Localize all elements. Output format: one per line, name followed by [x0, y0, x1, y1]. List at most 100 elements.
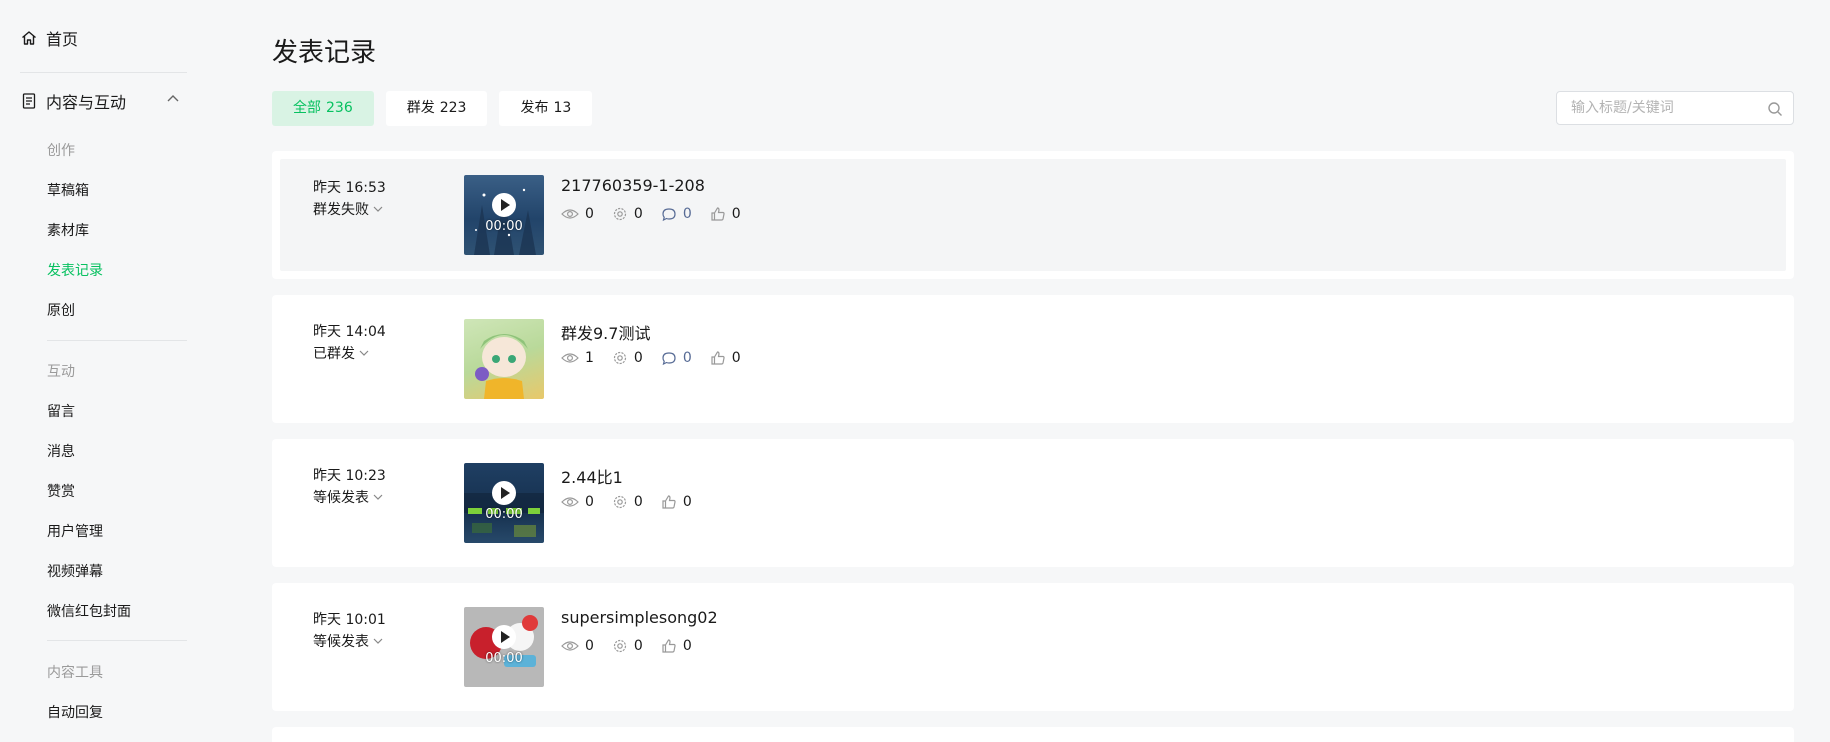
record-status[interactable]: 群发失败	[313, 199, 384, 219]
record-time: 昨天 16:53	[313, 180, 386, 196]
divider	[47, 340, 187, 341]
record-stats: 1 0 0 0	[561, 350, 741, 366]
record-status[interactable]: 已群发	[313, 343, 370, 363]
gear-icon	[613, 207, 627, 221]
record-title[interactable]: 2.44比1	[561, 464, 623, 488]
divider	[20, 72, 187, 73]
views-count: 0	[585, 206, 594, 222]
thumbs-up-icon	[662, 495, 676, 509]
likes-stat: 0	[710, 350, 741, 366]
nav-item-users[interactable]: 用户管理	[47, 521, 103, 541]
comments-count: 0	[682, 206, 692, 222]
group-label-create: 创作	[47, 143, 75, 159]
nav-item-comments[interactable]: 留言	[47, 401, 75, 421]
tab-all[interactable]: 全部 236	[272, 91, 374, 126]
views-stat: 0	[561, 638, 594, 654]
record-title[interactable]: 217760359-1-208	[561, 176, 705, 195]
document-icon	[22, 93, 36, 109]
nav-item-danmaku[interactable]: 视频弹幕	[47, 561, 103, 581]
record-card[interactable]: 昨天 10:01 等候发表 00:00 supersimplesong02 0 …	[272, 583, 1794, 711]
record-title[interactable]: 群发9.7测试	[561, 320, 650, 344]
chevron-down-icon	[373, 494, 383, 500]
eye-icon	[561, 497, 579, 507]
nav-home[interactable]: 首页	[20, 26, 78, 50]
likes-stat: 0	[661, 638, 692, 654]
nav-item-drafts[interactable]: 草稿箱	[47, 180, 89, 200]
tab-mass-send[interactable]: 群发 223	[385, 91, 488, 126]
record-title[interactable]: supersimplesong02	[561, 608, 718, 627]
record-status[interactable]: 等候发表	[313, 631, 384, 651]
nav-section-label: 内容与互动	[46, 93, 127, 112]
record-card[interactable]: 昨天 16:53 群发失败 00:00 217760359-1-208 0 0 …	[272, 151, 1794, 279]
likes-count: 0	[682, 638, 692, 654]
record-card[interactable]: 昨天 14:04 已群发 群发9.7测试 1 0 0 0	[272, 295, 1794, 423]
nav-section-content[interactable]: 内容与互动	[20, 89, 190, 113]
nav-item-rewards[interactable]: 赞赏	[47, 481, 75, 501]
group-label-interaction: 互动	[47, 364, 75, 380]
views-stat: 0	[561, 206, 594, 222]
record-status[interactable]: 等候发表	[313, 487, 384, 507]
chevron-down-icon	[359, 350, 369, 356]
play-icon	[492, 481, 516, 505]
nav-item-messages[interactable]: 消息	[47, 441, 75, 461]
eye-icon	[561, 641, 579, 651]
image-thumbnail[interactable]	[464, 319, 544, 399]
tab-label: 群发	[406, 100, 435, 116]
nav-item-auto-reply[interactable]: 自动回复	[47, 702, 103, 722]
play-icon	[492, 193, 516, 217]
thumbnail-art	[475, 334, 528, 399]
tab-label: 全部	[293, 100, 321, 116]
video-thumbnail[interactable]: 00:00	[464, 607, 544, 687]
video-duration: 00:00	[485, 507, 523, 522]
gear-icon	[613, 351, 627, 365]
thumbs-up-icon	[711, 351, 725, 365]
tab-publish[interactable]: 发布 13	[499, 91, 593, 126]
shares-stat: 0	[612, 350, 643, 366]
video-thumbnail[interactable]: 00:00	[464, 463, 544, 543]
sidebar: 首页 内容与互动 创作 草稿箱 素材库 发表记录 原创 互动 留言 消息 赞赏 …	[0, 0, 220, 742]
nav-item-library[interactable]: 素材库	[47, 220, 89, 240]
search-icon[interactable]	[1767, 101, 1783, 117]
eye-icon	[561, 209, 579, 219]
chevron-down-icon	[373, 206, 383, 212]
shares-stat: 0	[612, 638, 643, 654]
search-input[interactable]	[1557, 99, 1763, 117]
nav-item-original[interactable]: 原创	[47, 300, 75, 320]
record-stats: 0 0 0	[561, 638, 692, 654]
comments-stat[interactable]: 0	[661, 206, 692, 222]
record-card[interactable]	[272, 727, 1794, 742]
nav-item-publish-records[interactable]: 发表记录	[47, 260, 103, 280]
home-icon	[22, 31, 36, 45]
shares-count: 0	[633, 206, 643, 222]
gear-icon	[613, 639, 627, 653]
views-stat: 1	[561, 350, 594, 366]
video-duration: 00:00	[485, 219, 523, 234]
record-status-label: 等候发表	[313, 634, 369, 650]
likes-count: 0	[682, 494, 692, 510]
chevron-up-icon[interactable]	[166, 92, 180, 106]
nav-item-red-packet-cover[interactable]: 微信红包封面	[47, 601, 131, 621]
views-count: 0	[585, 494, 594, 510]
likes-stat: 0	[661, 494, 692, 510]
video-duration: 00:00	[485, 651, 523, 666]
search-box	[1556, 91, 1794, 125]
likes-count: 0	[731, 350, 741, 366]
record-card[interactable]: 昨天 10:23 等候发表 00:00 2.44比1 0 0 0	[272, 439, 1794, 567]
video-thumbnail[interactable]: 00:00	[464, 175, 544, 255]
thumbs-up-icon	[711, 207, 725, 221]
record-time: 昨天 10:01	[313, 612, 386, 628]
eye-icon	[561, 353, 579, 363]
divider	[47, 640, 187, 641]
comments-stat[interactable]: 0	[661, 350, 692, 366]
page-title: 发表记录	[272, 38, 377, 68]
nav-home-label: 首页	[46, 30, 79, 49]
views-count: 0	[585, 638, 594, 654]
group-label-tools: 内容工具	[47, 665, 103, 681]
play-icon	[492, 625, 516, 649]
shares-count: 0	[633, 350, 643, 366]
record-status-label: 群发失败	[313, 202, 369, 218]
shares-stat: 0	[612, 494, 643, 510]
views-stat: 0	[561, 494, 594, 510]
thumbs-up-icon	[662, 639, 676, 653]
filter-tabs: 全部 236 群发 223 发布 13	[272, 91, 593, 126]
